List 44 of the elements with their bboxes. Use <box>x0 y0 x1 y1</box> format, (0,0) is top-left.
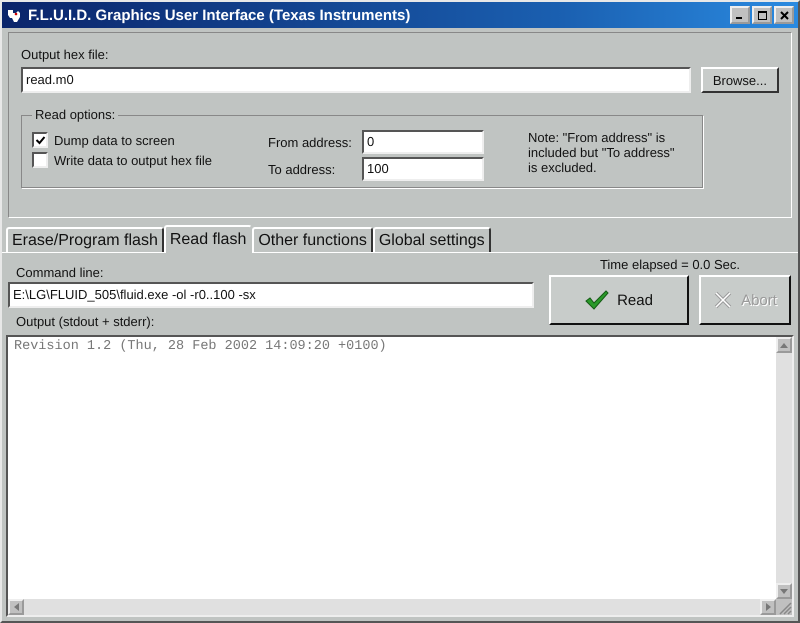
field-label: Output (stdout + stderr): <box>16 314 156 329</box>
output-file-field[interactable]: read.m0 <box>21 67 691 93</box>
browse-button[interactable]: Browse... <box>700 67 779 93</box>
checkbox[interactable] <box>32 132 48 148</box>
logo-icon <box>6 7 22 23</box>
tab[interactable]: Erase/Program flash <box>6 227 164 252</box>
checkbox-label: Dump data to screen <box>54 132 175 148</box>
field-label: To address: <box>268 162 336 176</box>
cross-icon <box>713 290 734 310</box>
left-arrow-icon <box>14 603 18 611</box>
resize-grip-icon <box>776 599 792 615</box>
tab[interactable]: Global settings <box>372 227 491 252</box>
scroll-right-button[interactable] <box>760 599 776 615</box>
field-label: Output hex file: <box>21 47 110 62</box>
maximize-button[interactable] <box>752 6 772 24</box>
maximize-icon <box>758 10 766 20</box>
checkbox[interactable] <box>32 152 48 168</box>
scroll-left-button[interactable] <box>8 599 24 615</box>
horizontal-scrollbar[interactable] <box>8 599 776 615</box>
scroll-up-button[interactable] <box>776 337 792 353</box>
scroll-down-button[interactable] <box>776 583 792 599</box>
tab[interactable]: Read flash <box>164 225 252 253</box>
time-elapsed-text: Time elapsed = 0.0 Sec. <box>600 257 740 272</box>
up-arrow-icon <box>780 342 788 348</box>
to-address-field[interactable]: 100 <box>362 157 484 181</box>
tab[interactable]: Other functions <box>252 227 373 252</box>
group-title: Read options: <box>32 107 118 122</box>
close-button[interactable] <box>774 6 794 24</box>
command-line-field[interactable]: E:\LG\FLUID_505\fluid.exe -ol -r0..100 -sx <box>8 282 534 308</box>
from-address-field[interactable]: 0 <box>362 130 484 154</box>
window-title: F.L.U.I.D. Graphics User Interface (Texas Instruments) <box>28 6 412 24</box>
right-arrow-icon <box>766 603 770 611</box>
field-label: From address: <box>268 134 353 150</box>
read-button[interactable]: Read <box>549 275 689 325</box>
close-icon <box>780 10 788 20</box>
minimize-button[interactable] <box>730 6 750 24</box>
vertical-scrollbar[interactable] <box>776 337 792 599</box>
output-line: Revision 1.2 (Thu, 28 Feb 2002 14:09:20 +0100) <box>14 339 388 354</box>
down-arrow-icon <box>780 588 788 594</box>
check-icon <box>34 134 46 146</box>
note-text: Note: "From address" is included but "To address" is excluded. <box>528 130 676 177</box>
checkbox-label: Write data to output hex file <box>54 152 212 168</box>
checkmark-icon <box>585 290 610 310</box>
field-label: Command line: <box>16 265 104 280</box>
